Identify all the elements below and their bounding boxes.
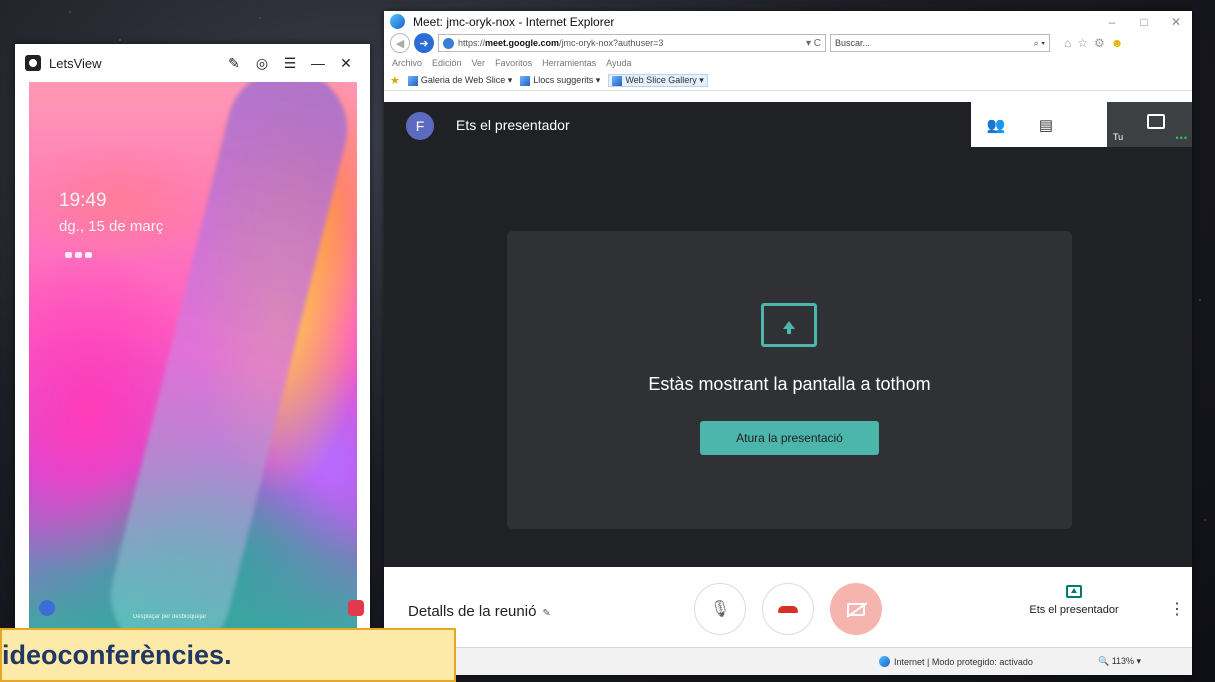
camera-button[interactable] bbox=[830, 583, 882, 635]
avatar: F bbox=[406, 112, 434, 140]
ie-status-bar: Internet | Modo protegido: activado 🔍 11… bbox=[384, 647, 1192, 675]
present-screen-icon bbox=[1147, 114, 1165, 129]
caption-banner: ideoconferències. bbox=[0, 628, 456, 682]
home-icon[interactable]: ⌂ bbox=[1064, 36, 1071, 50]
lock-date: dg., 15 de març bbox=[59, 218, 164, 235]
phone-icon bbox=[778, 605, 798, 613]
search-placeholder: Buscar... bbox=[835, 38, 871, 48]
ie-minimize-button[interactable]: – bbox=[1096, 15, 1128, 29]
meet-bottom-bar: Detalls de la reunió ✎ 🎙 Ets el presentad… bbox=[384, 567, 1192, 647]
meet-stage: F Ets el presentador 👥 ▤ Tu ••• Estàs mo… bbox=[384, 102, 1192, 567]
ie-address-row: ◀ ➜ https://meet.google.com/jmc-oryk-nox… bbox=[384, 32, 1192, 54]
menu-favoritos[interactable]: Favoritos bbox=[495, 58, 532, 68]
phone-shortcut-icon[interactable] bbox=[39, 600, 55, 616]
favorites-star-icon[interactable]: ★ bbox=[390, 74, 400, 87]
presenting-message: Estàs mostrant la pantalla a tothom bbox=[648, 374, 931, 394]
menu-ver[interactable]: Ver bbox=[472, 58, 486, 68]
present-screen-icon bbox=[1066, 585, 1082, 598]
self-tile[interactable]: Tu ••• bbox=[1107, 102, 1192, 147]
letsview-window: LetsView ✎ ◎ ☰ — ✕ 19:49 dg., 15 de març… bbox=[15, 44, 370, 634]
present-screen-icon bbox=[761, 303, 817, 347]
unlock-hint: Desplaçar per desbloquejar bbox=[133, 614, 207, 620]
search-icon[interactable]: ⌕ ▾ bbox=[1034, 38, 1045, 49]
search-box[interactable]: Buscar... ⌕ ▾ bbox=[830, 34, 1050, 52]
ie-window: Meet: jmc-oryk-nox - Internet Explorer –… bbox=[384, 11, 1192, 675]
letsview-logo-icon bbox=[25, 55, 41, 71]
stop-presenting-button[interactable]: Atura la presentació bbox=[700, 421, 879, 455]
site-icon bbox=[443, 37, 454, 49]
menu-ayuda[interactable]: Ayuda bbox=[606, 58, 631, 68]
ie-window-title: Meet: jmc-oryk-nox - Internet Explorer bbox=[413, 14, 615, 29]
address-bar[interactable]: https://meet.google.com/jmc-oryk-nox?aut… bbox=[438, 34, 826, 52]
ie-maximize-button[interactable]: □ bbox=[1128, 15, 1160, 29]
meeting-details-button[interactable]: Detalls de la reunió ✎ bbox=[408, 603, 551, 620]
menu-edicion[interactable]: Edición bbox=[432, 58, 462, 68]
minimize-button[interactable]: — bbox=[304, 55, 332, 71]
self-label: Tu bbox=[1113, 132, 1124, 142]
back-button[interactable]: ◀ bbox=[390, 33, 410, 53]
chat-icon[interactable]: ▤ bbox=[1021, 116, 1071, 134]
self-more-icon[interactable]: ••• bbox=[1176, 133, 1188, 143]
hangup-button[interactable] bbox=[762, 583, 814, 635]
ie-close-button[interactable]: ✕ bbox=[1160, 15, 1192, 29]
ie-titlebar: Meet: jmc-oryk-nox - Internet Explorer –… bbox=[384, 11, 1192, 32]
menu-herramientas[interactable]: Herramientas bbox=[542, 58, 596, 68]
settings-icon[interactable]: ⚙ bbox=[1094, 36, 1105, 50]
presenter-label: Ets el presentador bbox=[1029, 604, 1119, 616]
letsview-titlebar: LetsView ✎ ◎ ☰ — ✕ bbox=[15, 44, 370, 82]
microphone-icon: 🎙 bbox=[709, 601, 731, 618]
meet-top-bar: 👥 ▤ Tu ••• bbox=[971, 102, 1192, 147]
zoom-level[interactable]: 🔍 113% ▾ bbox=[1098, 656, 1141, 667]
globe-icon bbox=[879, 656, 890, 667]
feedback-smile-icon[interactable]: ☻ bbox=[1111, 36, 1124, 50]
menu-archivo[interactable]: Archivo bbox=[392, 58, 422, 68]
page-icon bbox=[520, 75, 531, 86]
record-icon[interactable]: ◎ bbox=[248, 55, 276, 72]
more-options-icon[interactable]: ⋮ bbox=[1169, 599, 1185, 619]
favorite-link[interactable]: Galeria de Web Slice ▾ bbox=[407, 75, 512, 86]
address-url[interactable]: https://meet.google.com/jmc-oryk-nox?aut… bbox=[458, 38, 802, 48]
close-button[interactable]: ✕ bbox=[332, 55, 360, 72]
security-zone: Internet | Modo protegido: activado bbox=[879, 656, 1033, 667]
letsview-title: LetsView bbox=[49, 55, 102, 71]
refresh-icon[interactable]: ▾ C bbox=[806, 38, 821, 49]
menu-icon[interactable]: ☰ bbox=[276, 55, 304, 72]
people-icon[interactable]: 👥 bbox=[971, 116, 1021, 134]
pen-icon[interactable]: ✎ bbox=[220, 55, 248, 72]
ie-logo-icon bbox=[390, 14, 405, 29]
wallpaper-swirl bbox=[98, 82, 357, 634]
page-icon bbox=[407, 75, 418, 86]
presenting-card: Estàs mostrant la pantalla a tothom Atur… bbox=[507, 231, 1072, 529]
lock-time: 19:49 bbox=[59, 190, 107, 211]
camera-shortcut-icon[interactable] bbox=[348, 600, 364, 616]
favorites-icon[interactable]: ☆ bbox=[1077, 36, 1088, 50]
favorites-bar: ★ Galeria de Web Slice ▾ Llocs suggerits… bbox=[384, 71, 1192, 91]
edit-icon: ✎ bbox=[542, 608, 551, 619]
phone-lock-screen[interactable]: 19:49 dg., 15 de març Desplaçar per desb… bbox=[29, 82, 357, 634]
ie-toolbar-icons: ⌂ ☆ ⚙ ☻ bbox=[1064, 36, 1123, 50]
page-icon bbox=[612, 75, 623, 86]
camera-off-icon bbox=[847, 602, 865, 616]
favorite-link[interactable]: Web Slice Gallery ▾ bbox=[608, 74, 708, 87]
ie-menubar: Archivo Edición Ver Favoritos Herramient… bbox=[384, 54, 1192, 71]
notification-icons bbox=[65, 252, 92, 258]
presenter-title: Ets el presentador bbox=[456, 117, 570, 133]
microphone-button[interactable]: 🎙 bbox=[694, 583, 746, 635]
forward-button[interactable]: ➜ bbox=[414, 33, 434, 53]
presenter-button[interactable]: Ets el presentador bbox=[1014, 585, 1134, 616]
favorite-link[interactable]: Llocs suggerits ▾ bbox=[520, 75, 600, 86]
